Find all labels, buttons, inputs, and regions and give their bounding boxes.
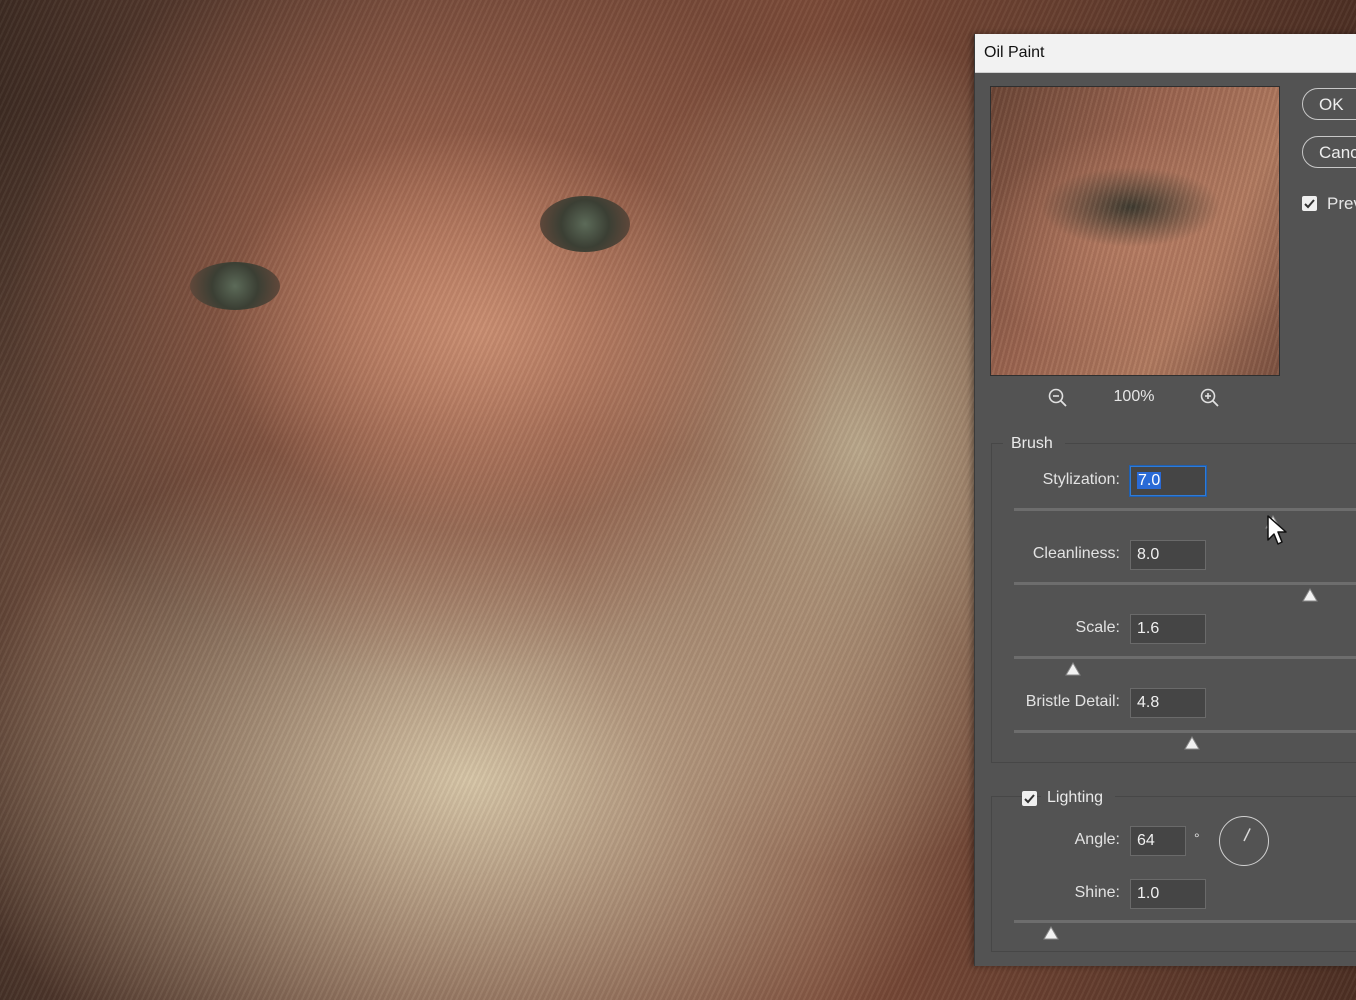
bristle-detail-slider[interactable]	[1014, 730, 1356, 733]
angle-dial-needle	[1243, 828, 1251, 842]
angle-input[interactable]: 64	[1130, 826, 1186, 856]
preview-window[interactable]	[990, 86, 1280, 376]
stylization-value: 7.0	[1137, 472, 1162, 489]
lighting-checkbox[interactable]	[1022, 791, 1037, 806]
checkmark-icon	[1024, 794, 1035, 804]
shine-slider[interactable]	[1014, 920, 1356, 923]
angle-unit: °	[1194, 830, 1200, 846]
bristle-detail-input[interactable]: 4.8	[1130, 688, 1206, 718]
cancel-button[interactable]: Canc	[1302, 136, 1356, 168]
mouse-pointer-icon	[1267, 515, 1287, 545]
brush-group-title: Brush	[1003, 435, 1065, 453]
scale-slider-thumb[interactable]	[1065, 662, 1082, 676]
angle-label: Angle:	[1074, 831, 1120, 848]
cleanliness-label: Cleanliness:	[1032, 545, 1120, 562]
checkmark-icon	[1304, 199, 1315, 209]
angle-dial[interactable]	[1219, 816, 1269, 866]
preview-texture	[991, 87, 1279, 375]
lighting-group-title: Lighting	[1041, 789, 1116, 807]
stylization-input[interactable]: 7.0	[1130, 466, 1206, 496]
stylization-slider[interactable]	[1014, 508, 1356, 511]
bristle-detail-slider-thumb[interactable]	[1183, 736, 1200, 750]
shine-slider-thumb[interactable]	[1043, 926, 1059, 940]
ok-button[interactable]: OK	[1302, 88, 1356, 120]
cleanliness-input[interactable]: 8.0	[1130, 540, 1206, 570]
dialog-title[interactable]: Oil Paint	[975, 34, 1356, 73]
cleanliness-slider-thumb[interactable]	[1302, 588, 1318, 602]
preview-checkbox[interactable]	[1302, 196, 1317, 211]
scale-input[interactable]: 1.6	[1130, 614, 1206, 644]
shine-label: Shine:	[1074, 884, 1120, 901]
stylization-label: Stylization:	[1042, 471, 1120, 488]
preview-checkbox-label: Prev	[1327, 194, 1356, 213]
zoom-level: 100%	[1113, 388, 1155, 405]
left-eye	[190, 262, 280, 310]
cleanliness-slider[interactable]	[1014, 582, 1356, 585]
scale-label: Scale:	[1075, 619, 1120, 636]
bristle-detail-label: Bristle Detail:	[1025, 693, 1120, 710]
right-eye	[540, 196, 630, 252]
scale-slider[interactable]	[1014, 656, 1356, 659]
shine-input[interactable]: 1.0	[1130, 879, 1206, 909]
zoom-in-icon[interactable]	[1198, 386, 1222, 410]
zoom-controls: 100%	[990, 384, 1278, 412]
